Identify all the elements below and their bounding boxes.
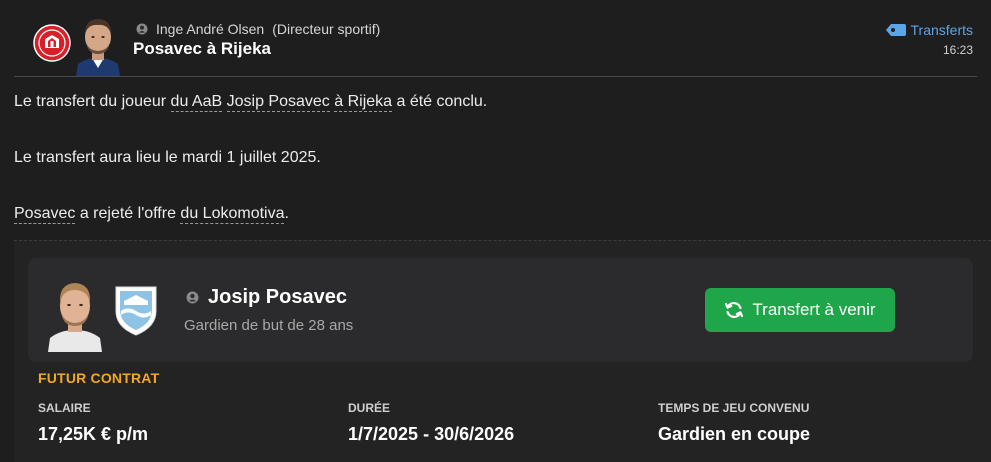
text: Le transfert du joueur (14, 93, 171, 110)
timestamp: 16:23 (942, 43, 973, 57)
refresh-icon (725, 302, 744, 318)
club-link-lokomotiva[interactable]: du Lokomotiva (180, 205, 285, 224)
text: a rejeté l'offre (75, 205, 181, 222)
player-name[interactable]: Josip Posavec (208, 286, 347, 309)
transfer-status-button[interactable]: Transfert à venir (705, 288, 895, 332)
player-description: Gardien de but de 28 ans (184, 317, 354, 334)
page-title: Posavec à Rijeka (133, 39, 271, 58)
duration-value: 1/7/2025 - 30/6/2026 (348, 424, 515, 444)
category-label[interactable]: Transferts (911, 22, 974, 38)
salary-value: 17,25K € p/m (38, 424, 149, 444)
category-link[interactable]: Transferts (885, 22, 974, 38)
manager-avatar[interactable] (72, 12, 124, 76)
player-link[interactable]: Posavec (14, 205, 76, 224)
sender-role: (Directeur sportif) (272, 21, 381, 37)
aab-crest-icon[interactable] (33, 24, 71, 62)
sender-name[interactable]: Inge André Olsen (156, 21, 264, 37)
rijeka-crest-icon[interactable] (112, 281, 160, 337)
future-contract-heading: FUTUR CONTRAT (38, 370, 160, 386)
news-header: Inge André Olsen (Directeur sportif) Pos… (0, 0, 991, 77)
message-paragraph-2: Le transfert aura lieu le mardi 1 juille… (14, 149, 321, 166)
player-name-row: Josip Posavec (186, 286, 347, 309)
playing-time-value: Gardien en coupe (658, 424, 811, 444)
transfer-status-label[interactable]: Transfert à venir (752, 300, 875, 320)
person-icon (136, 23, 148, 35)
tag-icon (885, 24, 906, 36)
text: a été conclu. (392, 93, 488, 110)
salary-label: SALAIRE (38, 401, 91, 415)
news-item-view: Inge André Olsen (Directeur sportif) Pos… (0, 0, 991, 462)
header-divider (14, 76, 977, 77)
player-avatar[interactable] (46, 272, 104, 352)
text: . (284, 205, 289, 222)
message-paragraph-1: Le transfert du joueur du AaB Josip Posa… (14, 93, 488, 112)
club-link-rijeka[interactable]: à Rijeka (334, 93, 393, 112)
playing-time-label: TEMPS DE JEU CONVENU (658, 401, 810, 415)
club-link-aab[interactable]: du AaB (170, 93, 223, 112)
person-icon (186, 291, 199, 304)
message-paragraph-3: Posavec a rejeté l'offre du Lokomotiva. (14, 205, 289, 224)
player-link[interactable]: Josip Posavec (226, 93, 330, 112)
sender-line: Inge André Olsen (Directeur sportif) (136, 21, 380, 37)
duration-label: DURÉE (348, 401, 391, 415)
